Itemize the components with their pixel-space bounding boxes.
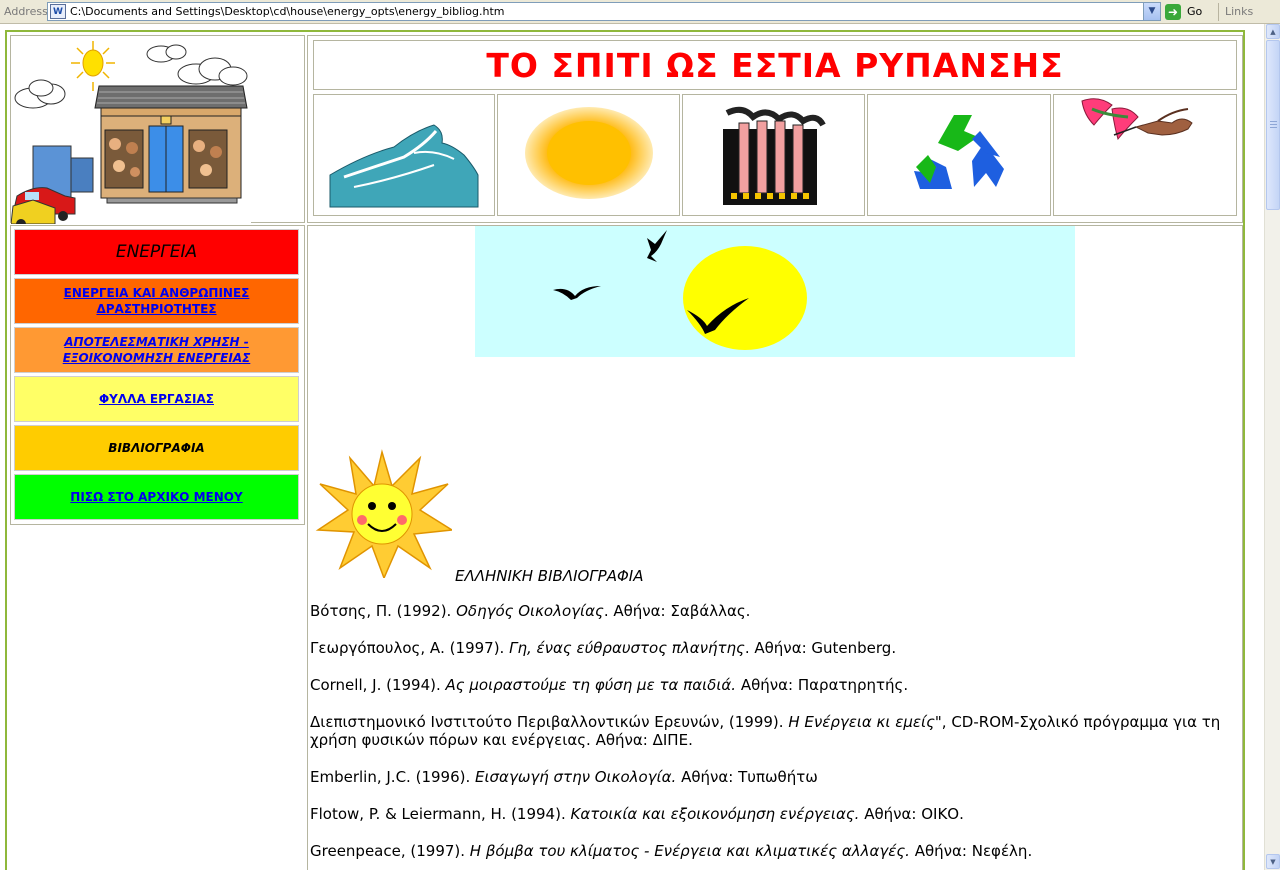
house-logo-image	[10, 41, 251, 229]
nav-link-efficient-use[interactable]: ΑΠΟΤΕΛΕΣΜΑΤΙΚΗ ΧΡΗΣΗ - ΕΞΟΙΚΟΝΟΜΗΣΗ ΕΝΕΡ…	[63, 334, 251, 366]
bibliography-entry: Γεωργόπουλος, Α. (1997). Γη, ένας εύθραυ…	[310, 639, 897, 657]
bibliography-entry: Greenpeace, (1997). Η βόμβα του κλίματος…	[310, 842, 1033, 860]
title-cell: ΤΟ ΣΠΙΤΙ ΩΣ ΕΣΤΙΑ ΡΥΠΑΝΣΗΣ	[313, 40, 1237, 90]
go-label: Go	[1187, 5, 1203, 18]
scroll-up-icon[interactable]: ▲	[1266, 24, 1280, 39]
chevron-down-icon[interactable]: ▼	[1143, 3, 1160, 20]
scrollbar-thumb[interactable]	[1266, 40, 1280, 210]
sun-cell	[497, 94, 680, 216]
nav-item-worksheets[interactable]: ΦΥΛΛΑ ΕΡΓΑΣΙΑΣ	[14, 376, 299, 422]
go-arrow-icon: ➜	[1165, 4, 1181, 20]
wave-icon	[329, 124, 479, 208]
scroll-down-icon[interactable]: ▼	[1266, 854, 1280, 869]
factory-icon	[723, 106, 826, 205]
smiling-sun-image	[315, 449, 452, 578]
go-button[interactable]: ➜ Go	[1165, 3, 1215, 21]
address-url[interactable]: C:\Documents and Settings\Desktop\cd\hou…	[70, 5, 504, 18]
sun-icon	[525, 107, 653, 199]
bibliography-heading: ΕΛΛΗΝΙΚΗ ΒΙΒΛΙΟΓΡΑΦΙΑ	[455, 567, 644, 585]
factory-cell	[682, 94, 865, 216]
bibliography-entry: Flotow, P. & Leiermann, H. (1994). Κατοι…	[310, 805, 964, 823]
page-viewport: ΤΟ ΣΠΙΤΙ ΩΣ ΕΣΤΙΑ ΡΥΠΑΝΣΗΣ ΕΝΕΡΓΕΙΑ ΕΝΕΡ…	[0, 24, 1264, 870]
nav-title-energy: ΕΝΕΡΓΕΙΑ	[14, 229, 299, 275]
content-area: ΕΛΛΗΝΙΚΗ ΒΙΒΛΙΟΓΡΑΦΙΑ Βότσης, Π. (1992).…	[307, 225, 1243, 870]
nav-link-energy-human-activities[interactable]: ΕΝΕΡΓΕΙΑ ΚΑΙ ΑΝΘΡΩΠΙΝΕΣ ΔΡΑΣΤΗΡΙΟΤΗΤΕΣ	[64, 285, 250, 317]
nav-menu: ΕΝΕΡΓΕΙΑ ΕΝΕΡΓΕΙΑ ΚΑΙ ΑΝΘΡΩΠΙΝΕΣ ΔΡΑΣΤΗΡ…	[10, 225, 305, 525]
bibliography-entry: Emberlin, J.C. (1996). Εισαγωγή στην Οικ…	[310, 768, 818, 786]
nav-title-label: ΕΝΕΡΓΕΙΑ	[115, 242, 198, 262]
address-input[interactable]: W C:\Documents and Settings\Desktop\cd\h…	[47, 2, 1161, 21]
links-button[interactable]: Links	[1225, 5, 1253, 18]
header-cell: ΤΟ ΣΠΙΤΙ ΩΣ ΕΣΤΙΑ ΡΥΠΑΝΣΗΣ	[307, 35, 1243, 223]
page-frame: ΤΟ ΣΠΙΤΙ ΩΣ ΕΣΤΙΑ ΡΥΠΑΝΣΗΣ ΕΝΕΡΓΕΙΑ ΕΝΕΡ…	[5, 30, 1245, 870]
nav-item-back-to-main[interactable]: ΠΙΣΩ ΣΤΟ ΑΡΧΙΚΟ ΜΕΝΟΥ	[14, 474, 299, 520]
nav-link-worksheets[interactable]: ΦΥΛΛΑ ΕΡΓΑΣΙΑΣ	[99, 391, 214, 407]
nav-label-bibliography: ΒΙΒΛΙΟΓΡΑΦΙΑ	[108, 441, 205, 455]
recycle-icon	[914, 115, 1004, 189]
wave-cell	[313, 94, 495, 216]
hummingbird-cell	[1053, 94, 1237, 216]
page-title: ΤΟ ΣΠΙΤΙ ΩΣ ΕΣΤΙΑ ΡΥΠΑΝΣΗΣ	[486, 46, 1064, 85]
bibliography-entry: Βότσης, Π. (1992). Οδηγός Οικολογίας. Αθ…	[310, 602, 751, 620]
hummingbird-icon	[1081, 98, 1193, 141]
nav-item-energy-human-activities[interactable]: ΕΝΕΡΓΕΙΑ ΚΑΙ ΑΝΘΡΩΠΙΝΕΣ ΔΡΑΣΤΗΡΙΟΤΗΤΕΣ	[14, 278, 299, 324]
birds-banner-image	[475, 226, 1075, 357]
nav-link-back-to-main[interactable]: ΠΙΣΩ ΣΤΟ ΑΡΧΙΚΟ ΜΕΝΟΥ	[70, 489, 242, 505]
recycle-cell	[867, 94, 1051, 216]
bibliography-entry: Cornell, J. (1994). Ας μοιραστούμε τη φύ…	[310, 676, 909, 694]
page-icon: W	[50, 4, 66, 19]
bibliography-entry: Διεπιστημονικό Ινστιτούτο Περιβαλλοντικώ…	[310, 713, 1221, 749]
address-bar: Address W C:\Documents and Settings\Desk…	[0, 0, 1280, 24]
nav-item-bibliography[interactable]: ΒΙΒΛΙΟΓΡΑΦΙΑ	[14, 425, 299, 471]
address-label: Address	[4, 5, 48, 18]
toolbar-separator	[1218, 3, 1219, 21]
nav-item-efficient-use[interactable]: ΑΠΟΤΕΛΕΣΜΑΤΙΚΗ ΧΡΗΣΗ - ΕΞΟΙΚΟΝΟΜΗΣΗ ΕΝΕΡ…	[14, 327, 299, 373]
vertical-scrollbar[interactable]: ▲ ▼	[1264, 24, 1280, 870]
logo-cell	[10, 35, 305, 229]
